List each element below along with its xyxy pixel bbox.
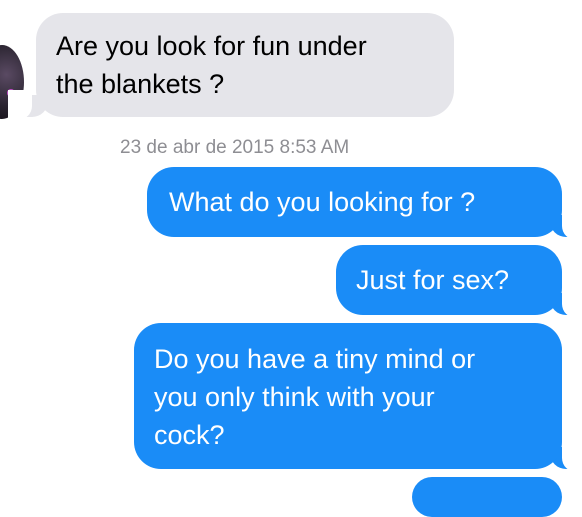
message-text: What do you looking for ? (169, 187, 476, 217)
message-timestamp: 23 de abr de 2015 8:53 AM (120, 137, 350, 158)
message-line: Are you look for fun under (56, 31, 367, 61)
message-line: the blankets ? (56, 69, 225, 99)
sent-message-bubble-partial[interactable] (412, 477, 562, 517)
message-text: Just for sex? (356, 265, 510, 295)
bubble-tail-mask (562, 442, 582, 472)
bubble-tail-mask (562, 288, 582, 318)
sent-message-bubble[interactable]: Just for sex? (336, 245, 562, 315)
bubble-tail-mask (562, 210, 582, 240)
message-line: Do you have a tiny mind or (154, 344, 476, 374)
received-message-bubble[interactable]: Are you look for fun under the blankets … (36, 13, 454, 117)
sent-message-bubble[interactable]: Do you have a tiny mind or you only thin… (134, 323, 562, 469)
message-line: you only think with your (154, 382, 435, 412)
sent-message-bubble[interactable]: What do you looking for ? (147, 167, 562, 237)
message-line: cock? (154, 420, 225, 450)
